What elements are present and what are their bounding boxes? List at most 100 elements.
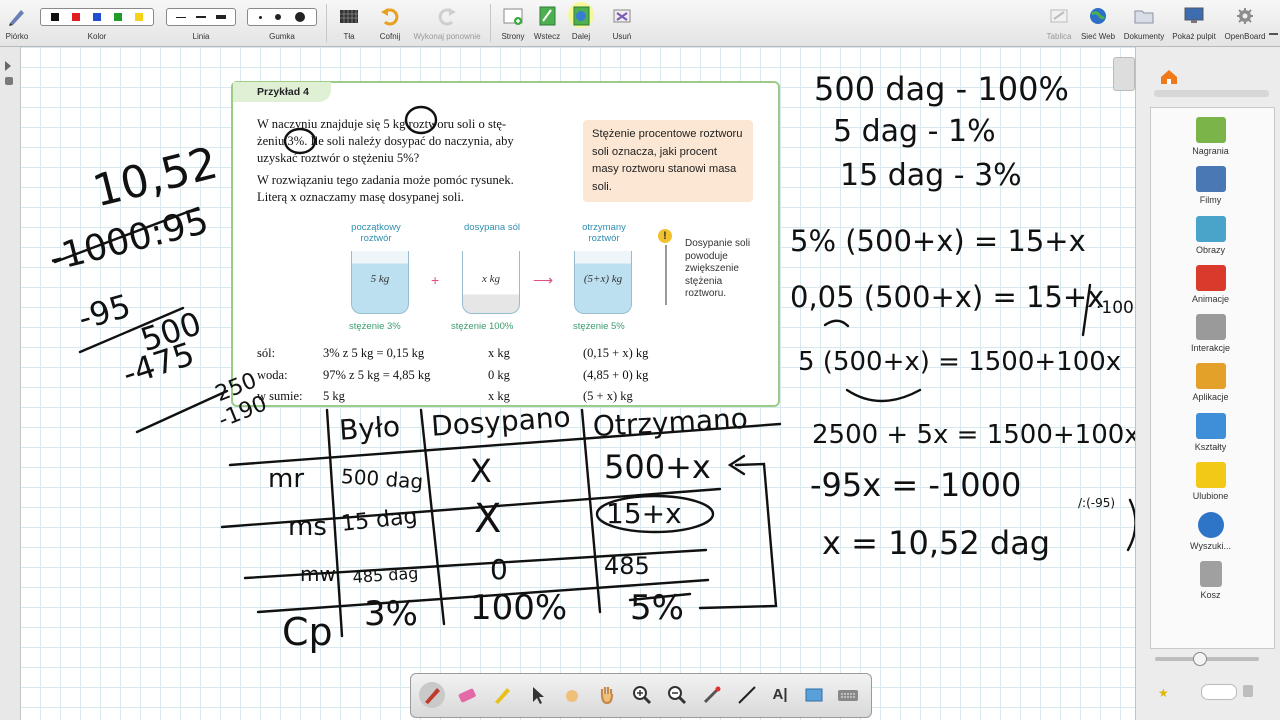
eraser-large[interactable] xyxy=(295,12,306,22)
library-item-shapes[interactable]: Kształty xyxy=(1149,413,1272,452)
hand-tool-icon[interactable] xyxy=(594,682,620,708)
select-tool-icon[interactable] xyxy=(524,682,550,708)
interact-tool-icon[interactable] xyxy=(559,682,585,708)
line-width-options xyxy=(166,8,236,26)
favorite-star-icon[interactable]: ★ xyxy=(1158,686,1169,700)
hw-equation-5-divisor: /:(-95) xyxy=(1078,496,1116,510)
highlighter-tool-icon[interactable] xyxy=(489,682,515,708)
shapes-icon xyxy=(1195,413,1226,439)
line-thick[interactable] xyxy=(216,15,226,19)
library-item-recordings[interactable]: Nagrania xyxy=(1149,117,1272,156)
main-toolbar: Piórko Kolor Linia Gumka Tła Cofnij Wyko… xyxy=(0,0,1280,47)
eraser-size-options xyxy=(247,8,317,26)
laser-pointer-icon[interactable] xyxy=(699,682,725,708)
undo-button[interactable]: Cofnij xyxy=(375,0,405,46)
pen-tool-button[interactable]: Piórko xyxy=(2,0,32,46)
line-width-picker[interactable]: Linia xyxy=(166,0,236,46)
virtual-keyboard-icon[interactable] xyxy=(835,682,861,708)
delete-button[interactable]: Usuń xyxy=(607,0,637,46)
color-swatch-black[interactable] xyxy=(51,13,60,21)
circle-mark xyxy=(283,127,317,155)
back-button[interactable]: Wstecz xyxy=(532,0,562,46)
web-search-icon xyxy=(1197,512,1224,538)
openboard-menu-button[interactable]: OpenBoard xyxy=(1222,0,1268,46)
hw-row-label-mw: mw xyxy=(300,562,336,586)
apps-icon xyxy=(1195,363,1226,389)
hw-equation-3: 5 (500+x) = 1500+100x xyxy=(798,347,1122,377)
color-swatches xyxy=(40,8,154,26)
library-item-images[interactable]: Obrazy xyxy=(1149,216,1272,255)
zoom-in-icon[interactable] xyxy=(629,682,655,708)
hw-proportion-2: 5 dag - 1% xyxy=(833,114,996,149)
hw-row-label-cp: Cp xyxy=(282,610,333,654)
background-button[interactable]: Tła xyxy=(334,0,364,46)
flash-icon xyxy=(1195,265,1226,291)
arrow-stroke xyxy=(698,462,778,610)
color-swatch-yellow[interactable] xyxy=(134,13,143,21)
color-picker[interactable]: Kolor xyxy=(38,0,156,46)
library-search-field[interactable] xyxy=(1201,684,1237,700)
library-item-animations[interactable]: Animacje xyxy=(1149,265,1272,304)
capture-tool-icon[interactable] xyxy=(801,682,827,708)
eraser-small[interactable] xyxy=(258,15,262,19)
color-swatch-blue[interactable] xyxy=(92,13,101,21)
hw-proportion-1: 500 dag - 100% xyxy=(814,70,1069,108)
board-icon xyxy=(1050,9,1068,23)
hw-row-label-ms: ms xyxy=(288,512,327,542)
undo-icon xyxy=(381,8,399,26)
web-button[interactable]: Sieć Web xyxy=(1079,0,1117,46)
eraser-size-picker[interactable]: Gumka xyxy=(247,0,317,46)
line-thin[interactable] xyxy=(176,16,186,18)
bracket xyxy=(1126,498,1135,552)
hw-equation-2: 0,05 (500+x) = 15+x xyxy=(790,280,1105,314)
hw-row-label-mr: mr xyxy=(268,464,305,494)
hw-equation-6: x = 10,52 dag xyxy=(822,524,1051,562)
hw-mr-obtained: 500+x xyxy=(604,448,711,486)
eraser-tool-icon[interactable] xyxy=(454,682,480,708)
eraser-medium[interactable] xyxy=(275,14,282,20)
library-item-trash[interactable]: Kosz xyxy=(1149,561,1272,600)
library-item-search[interactable]: Wyszuki... xyxy=(1149,512,1272,551)
thumbnail-size-slider[interactable] xyxy=(1155,657,1259,661)
hw-mw-added: 0 xyxy=(490,553,508,586)
small-trash-icon[interactable] xyxy=(1243,685,1253,697)
delete-page-icon xyxy=(613,9,631,23)
audio-icon xyxy=(1195,117,1226,143)
slider-handle[interactable] xyxy=(1193,652,1207,666)
library-item-applications[interactable]: Aplikacje xyxy=(1149,363,1272,402)
library-item-interactions[interactable]: Interakcje xyxy=(1149,314,1272,353)
text-tool-icon[interactable]: A| xyxy=(767,682,793,708)
circle-mark xyxy=(404,105,438,135)
library-scrollbar[interactable] xyxy=(1154,90,1269,97)
board-mode-button[interactable]: Tablica xyxy=(1042,0,1076,46)
sidebar-collapse-handle[interactable] xyxy=(1113,57,1135,91)
hw-header-was: Było xyxy=(338,409,402,447)
forward-button[interactable]: Dalej xyxy=(566,0,596,46)
hw-mr-added: X xyxy=(470,452,492,490)
library-item-movies[interactable]: Filmy xyxy=(1149,166,1272,205)
gear-icon xyxy=(1237,8,1253,24)
library-item-favorites[interactable]: Ulubione xyxy=(1149,462,1272,501)
line-tool-icon[interactable] xyxy=(734,682,760,708)
documents-button[interactable]: Dokumenty xyxy=(1122,0,1166,46)
show-desktop-button[interactable]: Pokaż pulpit xyxy=(1170,0,1218,46)
color-swatch-green[interactable] xyxy=(113,13,122,21)
division-line xyxy=(135,389,229,434)
pen-tool-icon[interactable] xyxy=(419,682,445,708)
line-medium[interactable] xyxy=(196,16,206,18)
stylus-palette: A| xyxy=(410,673,872,718)
arrow-curve xyxy=(845,388,922,403)
previous-page-icon xyxy=(539,6,556,26)
home-icon[interactable] xyxy=(1160,69,1178,85)
toolbar-separator xyxy=(490,4,491,42)
zoom-out-icon[interactable] xyxy=(664,682,690,708)
color-swatch-red[interactable] xyxy=(72,13,81,21)
redo-button[interactable]: Wykonaj ponownie xyxy=(410,0,484,46)
hw-equation-4: 2500 + 5x = 1500+100x xyxy=(812,420,1140,450)
minimize-icon[interactable] xyxy=(1269,33,1278,35)
hw-ms-added: X xyxy=(474,496,502,542)
redo-icon xyxy=(438,8,456,26)
star-icon xyxy=(1195,462,1226,488)
film-icon xyxy=(1195,166,1226,192)
pages-button[interactable]: Strony xyxy=(498,0,528,46)
